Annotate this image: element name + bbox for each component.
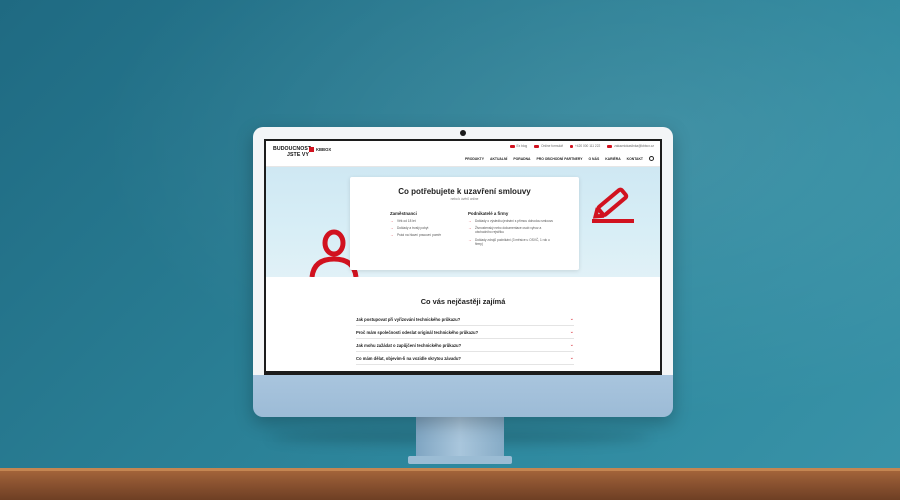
employees-list: Věk od 18 let Doklady a trvalý pobyt Prá… (390, 219, 480, 238)
chat-icon (534, 144, 540, 148)
nav-produkty[interactable]: PRODUKTY (465, 157, 484, 161)
list-item: Doklady o výsledku jednání s přímou doho… (468, 219, 558, 223)
faq-section: Co vás nejčastěji zajímá Jak postupovat … (266, 277, 660, 371)
web-page: BUDOUCNOST JSTE VY KBBOX Ex blog Online … (266, 141, 660, 371)
faq-item[interactable]: Co mám dělat, objevím-li na vozidle skry… (356, 352, 574, 365)
topbar-form[interactable]: Online formulář (534, 144, 563, 148)
hero-section: Co potřebujete k uzavření smlouvy nebo k… (266, 167, 660, 277)
business-list: Doklady o výsledku jednání s přímou doho… (468, 219, 558, 246)
wooden-desk (0, 468, 900, 500)
nav-kontakt[interactable]: KONTAKT (627, 157, 643, 161)
nav-poradna[interactable]: PORADNA (513, 157, 530, 161)
chevron-down-icon: ⌄ (569, 341, 574, 348)
faq-question: Proč mám společnosti odeslat originál te… (356, 329, 479, 335)
nav-o-nas[interactable]: O NÁS (588, 157, 599, 161)
business-column: Podnikatelé a firmy Doklady o výsledku j… (468, 211, 558, 249)
requirements-card: Co potřebujete k uzavření smlouvy nebo k… (350, 177, 579, 270)
chevron-down-icon: ⌄ (569, 354, 574, 361)
business-heading: Podnikatelé a firmy (468, 211, 509, 216)
faq-question: Jak mohu zažádat o zapůjčení technického… (356, 342, 462, 348)
imac-chin (253, 375, 673, 417)
mail-icon (607, 144, 613, 148)
desk-edge (0, 468, 900, 471)
faq-item[interactable]: Jak postupovat při vyřizování technickéh… (356, 313, 574, 326)
list-item: Doklady a trvalý pobyt (390, 226, 480, 230)
topbar-form-label: Online formulář (541, 144, 563, 148)
topbar-email-label: zakaznickaslinka@kbbox.cz (614, 144, 654, 148)
topbar-blog[interactable]: Ex blog (509, 144, 528, 148)
topbar-phone-label: +420 000 111 222 (574, 144, 601, 148)
screen: BUDOUCNOST JSTE VY KBBOX Ex blog Online … (264, 139, 662, 375)
logo-line-2: JSTE VY (287, 151, 310, 158)
imac-monitor: BUDOUCNOST JSTE VY KBBOX Ex blog Online … (253, 127, 673, 417)
chevron-down-icon: ⌄ (569, 315, 574, 322)
card-title: Co potřebujete k uzavření smlouvy (398, 187, 531, 196)
chevron-down-icon: ⌄ (569, 328, 574, 335)
phone-icon (569, 144, 573, 148)
imac-stand (416, 412, 504, 462)
list-item: Věk od 18 let (390, 219, 480, 223)
topbar-email[interactable]: zakaznickaslinka@kbbox.cz (607, 144, 654, 148)
camera-icon (460, 130, 466, 136)
topbar-blog-label: Ex blog (516, 144, 528, 148)
pencil-icon (592, 187, 634, 223)
nav-kariera[interactable]: KARIÉRA (605, 157, 620, 161)
faq-item[interactable]: Jak mohu zažádat o zapůjčení technického… (356, 339, 574, 352)
brand-name: KBBOX (316, 146, 332, 152)
search-icon[interactable] (649, 156, 654, 161)
list-item: Živnostenský nebo dokumentace osob vyhoz… (468, 226, 558, 234)
site-header: BUDOUCNOST JSTE VY KBBOX Ex blog Online … (266, 141, 660, 167)
main-nav: PRODUKTY AKTUALNÍ PORADNA PRO OBCHODNÍ P… (465, 156, 654, 161)
imac-stand-foot (408, 456, 512, 464)
like-icon (509, 144, 515, 148)
faq-question: Jak postupovat při vyřizování technickéh… (356, 316, 461, 322)
faq-item[interactable]: Proč mám společnosti odeslat originál te… (356, 326, 574, 339)
top-contact-bar: Ex blog Online formulář +420 000 111 222… (509, 144, 654, 148)
list-item: Doklady zdrojů podnikání (3 měsíce u OSV… (468, 238, 558, 246)
nav-aktualni[interactable]: AKTUALNÍ (490, 157, 507, 161)
faq-list: Jak postupovat při vyřizování technickéh… (356, 313, 574, 365)
faq-title: Co vás nejčastěji zajímá (420, 297, 506, 306)
faq-question: Co mám dělat, objevím-li na vozidle skry… (356, 355, 461, 361)
nav-partneri[interactable]: PRO OBCHODNÍ PARTNERY (537, 157, 583, 161)
list-item: Práci na hlavní pracovní poměr (390, 233, 480, 237)
employees-heading: Zaměstnanci (390, 211, 417, 216)
employees-column: Zaměstnanci Věk od 18 let Doklady a trva… (390, 211, 480, 241)
topbar-phone[interactable]: +420 000 111 222 (569, 144, 601, 148)
card-subtitle: nebo k úvěrů online (450, 197, 479, 201)
brand-mark-icon (309, 147, 314, 152)
